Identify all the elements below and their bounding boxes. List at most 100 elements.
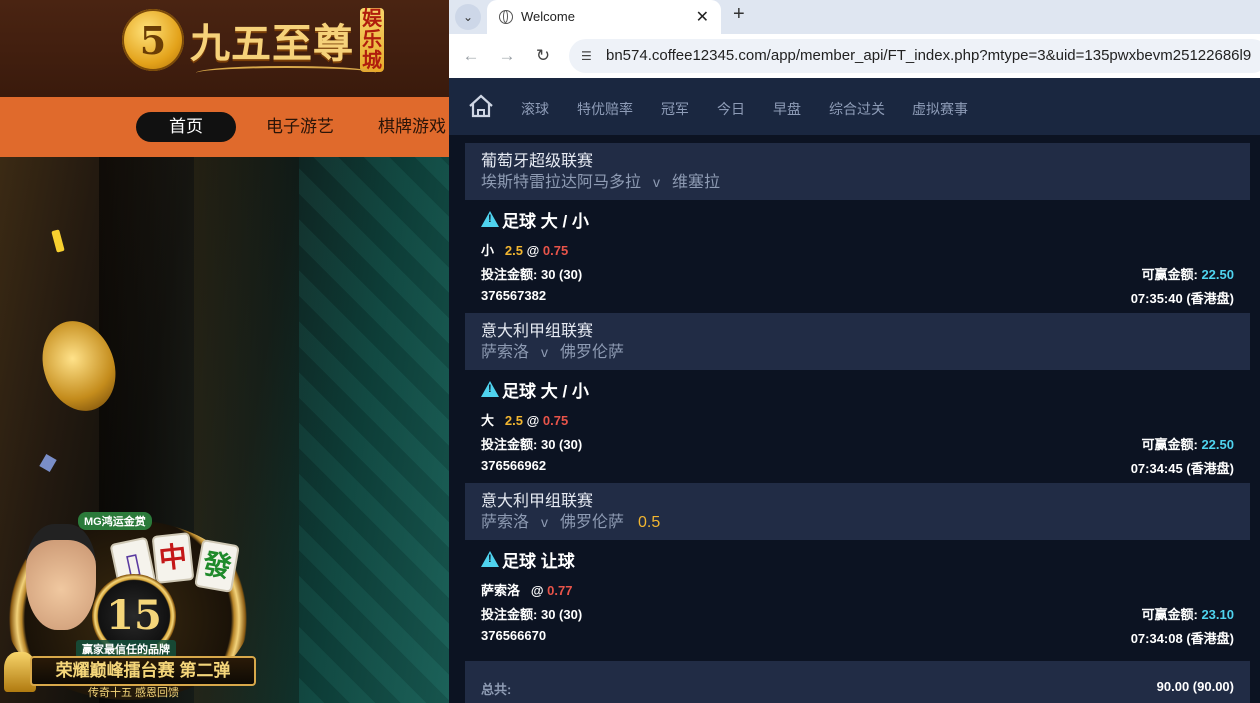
pick-label: 萨索洛 xyxy=(481,583,521,598)
casino-nav: 首页 电子游艺 棋牌游戏 xyxy=(0,97,449,157)
stake-row: 投注金额: 30 (30) xyxy=(481,264,582,283)
mahjong-tile: 中 xyxy=(151,532,195,584)
win-label: 可赢金额: xyxy=(1141,607,1198,622)
mg-promo-badge[interactable]: MG鸿运金赏 ▯ 中 發 15 赢家最信任的品牌 荣耀巅峰擂台赛 第二弹 传奇十… xyxy=(4,512,256,700)
at-sign: @ xyxy=(526,243,540,258)
total-row: 总共: 90.00 (90.00) xyxy=(465,661,1250,703)
browser-toolbar: ← → ↻ ☰ bn574.coffee12345.com/app/member… xyxy=(449,34,1260,78)
ticket-number: 376566962 xyxy=(481,458,547,473)
casino-header: 5 九五至尊 娱乐城 xyxy=(0,0,449,97)
promo-subline: 传奇十五 感恩回馈 xyxy=(88,687,180,699)
stake-label: 投注金额: xyxy=(481,607,538,622)
back-arrow-icon[interactable]: ← xyxy=(459,44,483,68)
win-value: 23.10 xyxy=(1201,607,1234,622)
league-header: 意大利甲组联赛 萨索洛 v 佛罗伦萨 0.5 xyxy=(465,483,1250,540)
total-value: 90.00 (90.00) xyxy=(1156,679,1234,694)
stake-value: 30 (30) xyxy=(540,437,583,452)
bet-pick: 小 2.5 @ 0.75 xyxy=(481,240,568,259)
win-row: 可赢金额: 22.50 xyxy=(1141,264,1234,283)
forward-arrow-icon[interactable]: → xyxy=(495,44,519,68)
pick-line: 2.5 xyxy=(504,413,523,428)
nav-home[interactable]: 首页 xyxy=(136,112,236,142)
menu-outright[interactable]: 冠军 xyxy=(661,99,689,119)
league-name: 葡萄牙超级联赛 xyxy=(481,153,594,170)
away-team: 佛罗伦萨 xyxy=(560,514,625,531)
bet-type-label: 足球 让球 xyxy=(502,551,575,571)
warning-icon xyxy=(481,381,499,397)
casino-logo[interactable]: 5 九五至尊 娱乐城 xyxy=(122,8,384,72)
away-team: 维塞拉 xyxy=(672,174,721,191)
new-tab-icon[interactable]: + xyxy=(733,3,745,26)
vs-label: v xyxy=(541,344,549,360)
logo-badge: 娱乐城 xyxy=(360,6,384,72)
stake-value: 30 (30) xyxy=(540,267,583,282)
handicap-value: 0.5 xyxy=(638,514,661,531)
win-value: 22.50 xyxy=(1201,267,1234,282)
league-name: 意大利甲组联赛 xyxy=(481,493,594,510)
nav-card-games[interactable]: 棋牌游戏 xyxy=(378,112,446,142)
bet-pick: 萨索洛 @ 0.77 xyxy=(481,580,572,599)
win-label: 可赢金额: xyxy=(1141,267,1198,282)
browser-window: ⌄ Welcome ✕ + ← → ↻ ☰ bn574.coffee12345.… xyxy=(449,0,1260,703)
league-name: 意大利甲组联赛 xyxy=(481,323,594,340)
tab-search-icon[interactable]: ⌄ xyxy=(455,4,481,30)
at-sign: @ xyxy=(526,413,540,428)
bet-detail: 足球 大 / 小 大 2.5 @ 0.75 投注金额: 30 (30) 3765… xyxy=(465,370,1250,483)
menu-today[interactable]: 今日 xyxy=(717,99,745,119)
bet-type: 足球 大 / 小 xyxy=(481,208,1234,231)
casino-site-window: 5 九五至尊 娱乐城 首页 电子游艺 棋牌游戏 MG鸿运金赏 ▯ 中 發 15 … xyxy=(0,0,449,703)
win-label: 可赢金额: xyxy=(1141,437,1198,452)
promo-brand: MG鸿运金赏 xyxy=(78,512,152,530)
site-info-icon[interactable]: ☰ xyxy=(581,48,597,64)
win-row: 可赢金额: 23.10 xyxy=(1141,604,1234,623)
ticket-number: 376566670 xyxy=(481,628,547,643)
warning-icon xyxy=(481,211,499,227)
close-icon[interactable]: ✕ xyxy=(696,7,709,27)
match-teams: 萨索洛 v 佛罗伦萨 0.5 xyxy=(481,512,1234,533)
stake-label: 投注金额: xyxy=(481,437,538,452)
bet-type: 足球 大 / 小 xyxy=(481,378,1234,401)
menu-early[interactable]: 早盘 xyxy=(773,99,801,119)
logo-name: 九五至尊 xyxy=(190,20,354,67)
reload-icon[interactable]: ↻ xyxy=(531,44,555,68)
stake-row: 投注金额: 30 (30) xyxy=(481,604,582,623)
home-team: 萨索洛 xyxy=(481,514,530,531)
address-bar[interactable]: ☰ bn574.coffee12345.com/app/member_api/F… xyxy=(569,39,1260,73)
mascot-image xyxy=(26,524,96,630)
bet-slip-list: 葡萄牙超级联赛 埃斯特雷拉达阿马多拉 v 维塞拉 足球 大 / 小 小 2.5 @ … xyxy=(465,143,1250,703)
bet-time: 07:35:40 (香港盘) xyxy=(1130,291,1234,306)
promo-headline: 荣耀巅峰擂台赛 第二弹 xyxy=(30,656,256,686)
home-team: 埃斯特雷拉达阿马多拉 xyxy=(481,174,642,191)
bet-time: 07:34:45 (香港盘) xyxy=(1130,461,1234,476)
vs-label: v xyxy=(541,514,549,530)
nav-electronic-games[interactable]: 电子游艺 xyxy=(266,112,334,142)
pick-label: 大 xyxy=(481,413,495,428)
bet-time: 07:34:08 (香港盘) xyxy=(1130,631,1234,646)
pick-line: 2.5 xyxy=(504,243,523,258)
pick-odds: 0.75 xyxy=(542,413,569,428)
tab-welcome[interactable]: Welcome ✕ xyxy=(487,0,721,34)
menu-special-odds[interactable]: 特优赔率 xyxy=(577,99,633,119)
total-label: 总共: xyxy=(481,682,512,697)
stake-value: 30 (30) xyxy=(540,607,583,622)
league-header: 意大利甲组联赛 萨索洛 v 佛罗伦萨 xyxy=(465,313,1250,370)
home-team: 萨索洛 xyxy=(481,344,530,361)
away-team: 佛罗伦萨 xyxy=(560,344,625,361)
sportsbook-nav: 滚球 特优赔率 冠军 今日 早盘 综合过关 虚拟赛事 xyxy=(449,78,1260,135)
at-sign: @ xyxy=(530,583,544,598)
menu-parlay[interactable]: 综合过关 xyxy=(829,99,885,119)
menu-virtual[interactable]: 虚拟赛事 xyxy=(912,99,968,119)
win-row: 可赢金额: 22.50 xyxy=(1141,434,1234,453)
win-value: 22.50 xyxy=(1201,437,1234,452)
logo-ornament xyxy=(196,66,376,80)
pick-odds: 0.75 xyxy=(542,243,569,258)
league-header: 葡萄牙超级联赛 埃斯特雷拉达阿马多拉 v 维塞拉 xyxy=(465,143,1250,200)
menu-in-play[interactable]: 滚球 xyxy=(521,99,549,119)
home-icon[interactable] xyxy=(468,94,494,118)
match-teams: 埃斯特雷拉达阿马多拉 v 维塞拉 xyxy=(481,172,1234,193)
url-text[interactable]: bn574.coffee12345.com/app/member_api/FT_… xyxy=(606,47,1251,64)
bet-type-label: 足球 大 / 小 xyxy=(502,211,589,231)
logo-emblem: 5 xyxy=(122,9,184,71)
pick-label: 小 xyxy=(481,243,495,258)
ticket-number: 376567382 xyxy=(481,288,547,303)
